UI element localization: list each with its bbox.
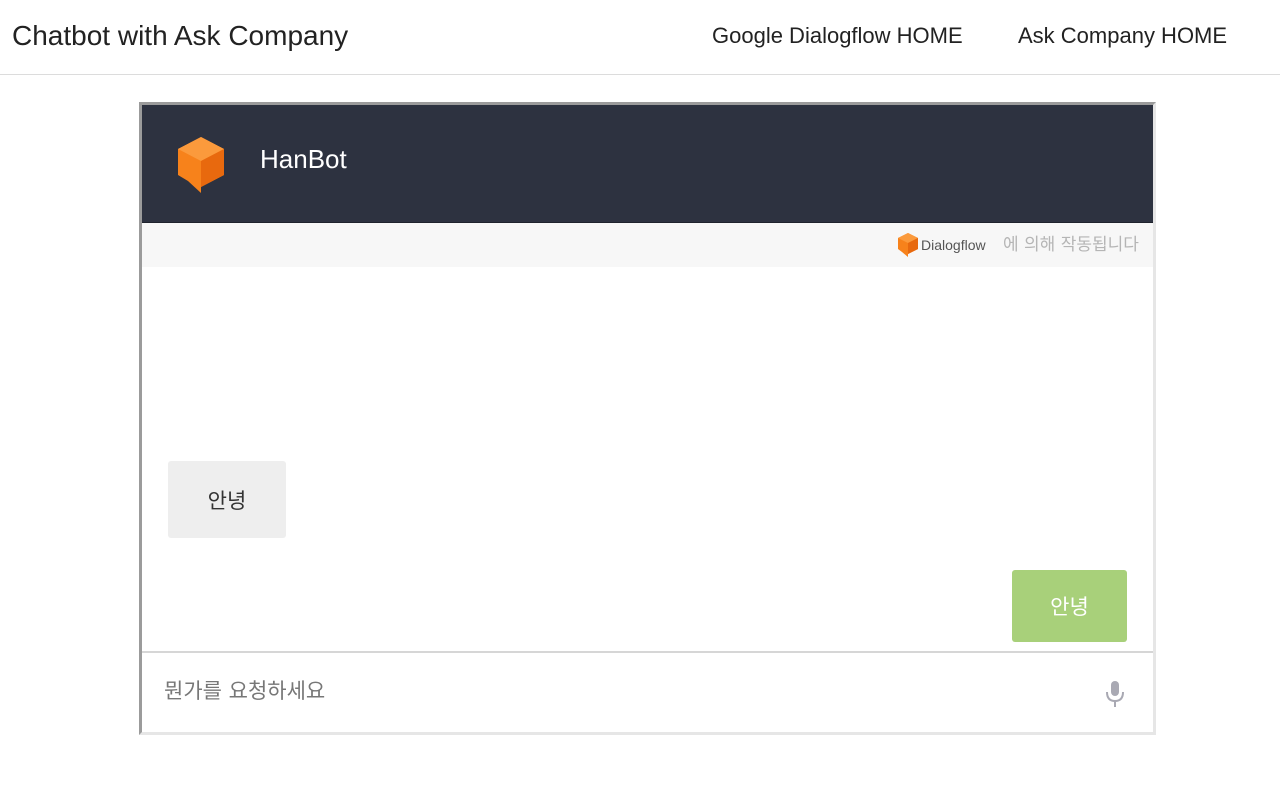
nav-link-google-dialogflow-home[interactable]: Google Dialogflow HOME bbox=[712, 21, 963, 51]
chat-header: HanBot bbox=[142, 105, 1153, 223]
site-title[interactable]: Chatbot with Ask Company bbox=[12, 18, 348, 54]
message-list[interactable]: 안녕 안녕 bbox=[142, 267, 1153, 651]
powered-by-bar: Dialogflow 에 의해 작동됩니다 bbox=[142, 223, 1153, 267]
user-message: 안녕 bbox=[1012, 570, 1127, 642]
bot-message: 안녕 bbox=[168, 461, 286, 538]
bot-name: HanBot bbox=[260, 144, 347, 174]
query-input[interactable] bbox=[164, 671, 1064, 711]
chat-widget: HanBot Dialogflow 에 의해 작동됩니다 안녕 안녕 bbox=[139, 102, 1156, 735]
top-navbar: Chatbot with Ask Company Google Dialogfl… bbox=[0, 0, 1280, 75]
powered-by-text: 에 의해 작동됩니다 bbox=[1003, 235, 1139, 255]
nav-link-ask-company-home[interactable]: Ask Company HOME bbox=[1018, 21, 1227, 51]
dialogflow-logo-icon bbox=[178, 137, 224, 193]
input-bar bbox=[142, 651, 1153, 732]
dialogflow-small-logo-icon bbox=[898, 233, 918, 257]
powered-by-brand: Dialogflow bbox=[921, 237, 986, 253]
microphone-icon[interactable] bbox=[1102, 679, 1128, 709]
